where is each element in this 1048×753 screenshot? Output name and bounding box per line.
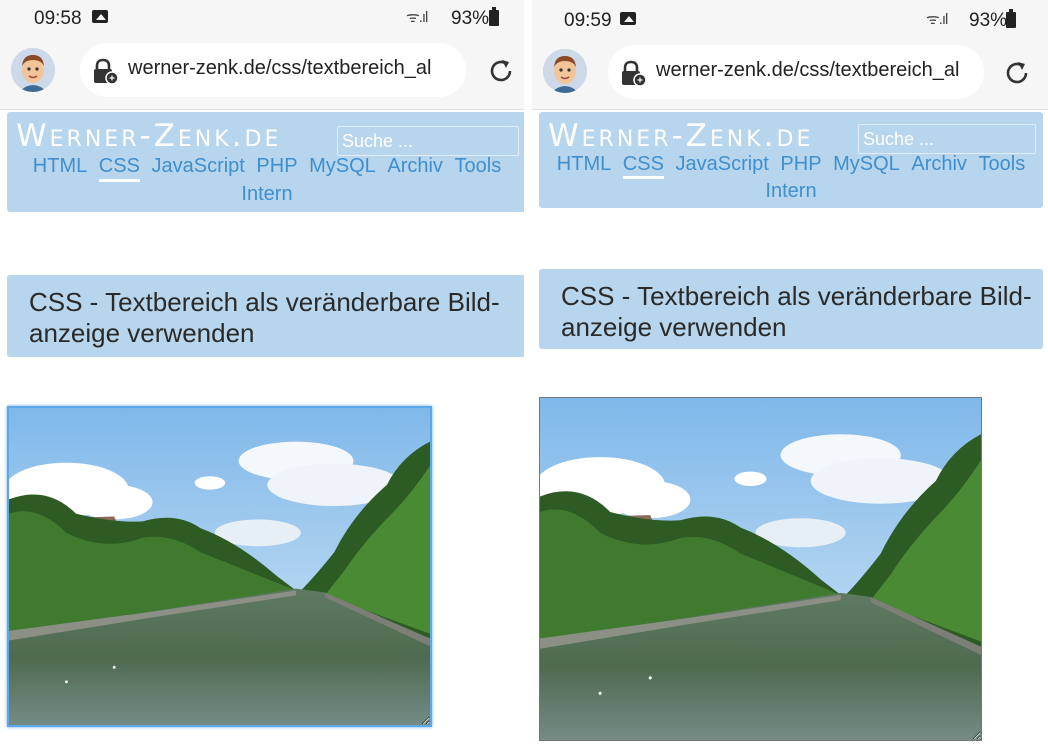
resizable-image-textarea[interactable]	[7, 406, 432, 727]
address-bar[interactable]: werner-zenk.de/css/textbereich_al	[80, 43, 466, 97]
gallery-notification-icon	[92, 10, 108, 23]
reload-icon[interactable]	[1002, 58, 1032, 88]
reload-icon[interactable]	[486, 56, 516, 86]
battery-percent: 93%	[451, 8, 490, 29]
nav-item-archiv[interactable]: Archiv	[911, 152, 967, 176]
river-landscape-image	[540, 398, 981, 740]
nav-item-css[interactable]: CSS	[622, 152, 664, 179]
page-title-box: CSS - Textbereich als veränderbare Bild-…	[539, 269, 1043, 349]
wifi-signal-icon: ᯤ.ıl	[406, 9, 428, 26]
search-input[interactable]	[337, 126, 519, 156]
nav-item-html[interactable]: HTML	[33, 154, 87, 179]
main-nav: HTML CSS JavaScript PHP MySQL Archiv Too…	[7, 154, 524, 207]
wifi-signal-icon: ᯤ.ıl	[926, 11, 948, 28]
avatar[interactable]	[11, 48, 55, 92]
url-text[interactable]: werner-zenk.de/css/textbereich_al	[128, 57, 431, 80]
nav-item-tools[interactable]: Tools	[455, 154, 502, 179]
nav-item-mysql[interactable]: MySQL	[833, 152, 900, 176]
river-landscape-image	[9, 408, 430, 725]
address-bar[interactable]: werner-zenk.de/css/textbereich_al	[608, 45, 984, 99]
nav-item-javascript[interactable]: JavaScript	[675, 152, 768, 176]
url-text[interactable]: werner-zenk.de/css/textbereich_al	[656, 59, 959, 82]
nav-item-css[interactable]: CSS	[98, 154, 140, 182]
status-bar: 09:58 ᯤ.ıl 93%	[0, 0, 524, 36]
site-logo[interactable]: Werner-Zenk.de	[16, 118, 281, 154]
site-info-lock-icon[interactable]	[91, 57, 119, 85]
nav-item-php[interactable]: PHP	[780, 152, 821, 176]
avatar-face-icon	[11, 48, 55, 92]
screenshot-pane-right: 09:59 ᯤ.ıl 93% werner-zenk.de/css/textbe…	[532, 0, 1048, 753]
avatar[interactable]	[543, 49, 587, 93]
nav-item-archiv[interactable]: Archiv	[387, 154, 443, 179]
avatar-face-icon	[543, 49, 587, 93]
battery-percent: 93%	[969, 10, 1008, 31]
resizable-image-textarea[interactable]	[539, 397, 982, 741]
nav-item-intern[interactable]: Intern	[241, 182, 292, 207]
site-header: Werner-Zenk.de HTML CSS JavaScript PHP M…	[7, 112, 524, 212]
gallery-notification-icon	[620, 12, 636, 25]
nav-item-tools[interactable]: Tools	[979, 152, 1026, 176]
main-nav: HTML CSS JavaScript PHP MySQL Archiv Too…	[539, 152, 1043, 203]
status-bar: 09:59 ᯤ.ıl 93%	[532, 0, 1048, 36]
nav-item-javascript[interactable]: JavaScript	[151, 154, 244, 179]
battery-icon	[489, 7, 499, 26]
status-time: 09:59	[564, 10, 612, 31]
site-info-lock-icon[interactable]	[619, 59, 647, 87]
status-time: 09:58	[34, 8, 82, 29]
battery-icon	[1006, 9, 1016, 28]
page-title-box: CSS - Textbereich als veränderbare Bild-…	[7, 275, 524, 357]
search-input[interactable]	[858, 124, 1036, 154]
nav-item-intern[interactable]: Intern	[765, 179, 816, 203]
browser-chrome: 09:59 ᯤ.ıl 93% werner-zenk.de/css/textbe…	[532, 0, 1048, 110]
browser-chrome: 09:58 ᯤ.ıl 93% werner-zenk.de/css/textbe…	[0, 0, 524, 110]
page-title: CSS - Textbereich als veränderbare Bild-…	[29, 287, 500, 348]
screenshot-pane-left: 09:58 ᯤ.ıl 93% werner-zenk.de/css/textbe…	[0, 0, 524, 753]
page-title: CSS - Textbereich als veränderbare Bild-…	[561, 281, 1032, 342]
nav-item-mysql[interactable]: MySQL	[309, 154, 376, 179]
site-logo[interactable]: Werner-Zenk.de	[548, 118, 813, 154]
nav-item-html[interactable]: HTML	[557, 152, 611, 176]
site-header: Werner-Zenk.de HTML CSS JavaScript PHP M…	[539, 112, 1043, 208]
nav-item-php[interactable]: PHP	[256, 154, 297, 179]
